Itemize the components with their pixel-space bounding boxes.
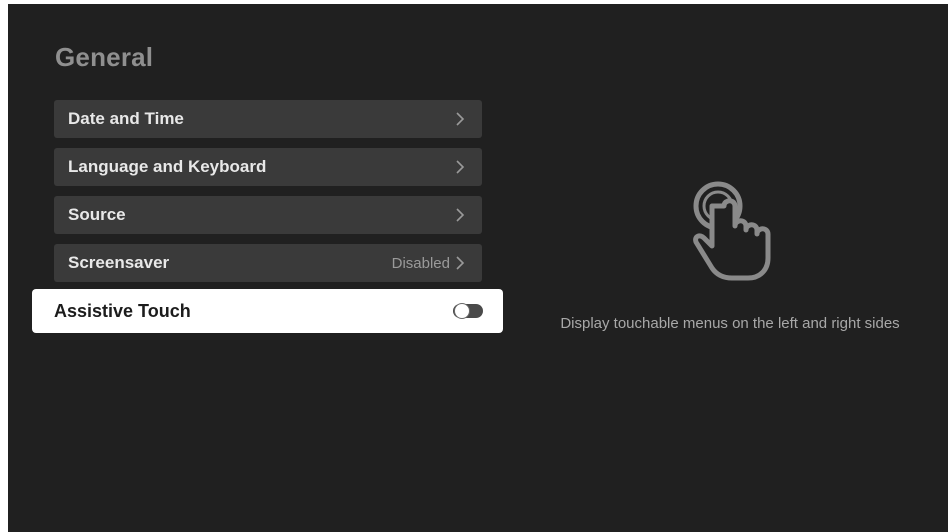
menu-item-label: Date and Time (68, 109, 184, 128)
menu-item-assistive-touch[interactable]: Assistive Touch (32, 289, 503, 333)
page-title: General (55, 42, 154, 72)
menu-item-screensaver[interactable]: Screensaver Disabled (54, 244, 482, 282)
chevron-right-icon (452, 253, 468, 273)
menu-item-label: Screensaver (68, 253, 170, 272)
chevron-right-icon (452, 205, 468, 225)
menu-item-label: Assistive Touch (54, 300, 191, 321)
chevron-right-icon (452, 157, 468, 177)
screen-left-border (0, 4, 8, 532)
menu-item-label: Source (68, 205, 126, 224)
settings-screen: General Date and Time Language and Keybo… (0, 4, 948, 532)
chevron-right-icon (452, 109, 468, 129)
menu-item-source[interactable]: Source (54, 196, 482, 234)
menu-item-value: Disabled (391, 254, 450, 272)
toggle-knob (454, 303, 470, 319)
menu-item-language-and-keyboard[interactable]: Language and Keyboard (54, 148, 482, 186)
menu-item-label: Language and Keyboard (68, 157, 267, 176)
feature-description: Display touchable menus on the left and … (560, 315, 900, 332)
assistive-touch-toggle[interactable] (453, 303, 483, 319)
touch-hand-icon (686, 176, 776, 286)
menu-item-date-and-time[interactable]: Date and Time (54, 100, 482, 138)
